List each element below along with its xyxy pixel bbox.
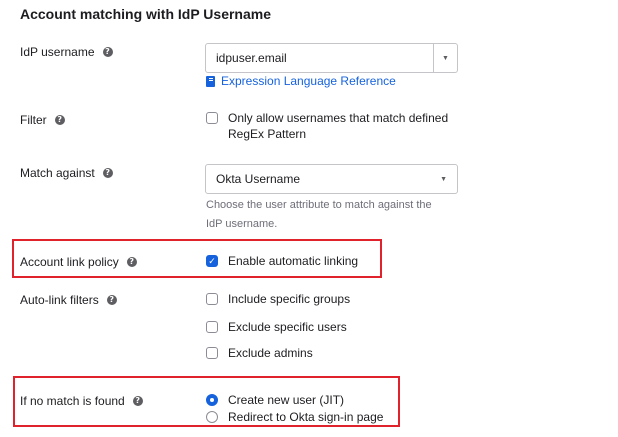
section-title: Account matching with IdP Username <box>20 6 272 22</box>
create-new-user-option[interactable]: Create new user (JIT) <box>206 392 344 408</box>
account-link-policy-label: Account link policy ? <box>20 255 137 269</box>
enable-automatic-linking-text: Enable automatic linking <box>228 254 359 268</box>
help-icon[interactable]: ? <box>126 257 137 267</box>
caret-down-icon: ▼ <box>440 175 447 183</box>
filter-label-text: Filter <box>20 113 47 127</box>
auto-link-filters-label-text: Auto-link filters <box>20 293 99 307</box>
include-specific-groups-text: Include specific groups <box>228 292 351 306</box>
expression-language-link[interactable]: Expression Language Reference <box>206 74 396 88</box>
idp-username-input[interactable]: idpuser.email <box>206 44 433 72</box>
include-specific-groups-checkbox[interactable] <box>206 293 218 305</box>
exclude-admins-text: Exclude admins <box>228 346 313 360</box>
auto-link-filters-label: Auto-link filters ? <box>20 293 117 307</box>
exclude-admins-option[interactable]: Exclude admins <box>206 345 313 361</box>
match-against-hint-line2: IdP username. <box>206 218 278 230</box>
match-against-hint-line1: Choose the user attribute to match again… <box>206 199 432 211</box>
redirect-sign-in-option[interactable]: Redirect to Okta sign-in page <box>206 409 383 425</box>
filter-regex-checkbox[interactable] <box>206 112 218 124</box>
create-new-user-radio[interactable] <box>206 394 218 406</box>
book-icon <box>206 75 215 87</box>
match-against-select[interactable]: Okta Username ▼ <box>205 164 458 194</box>
redirect-sign-in-text: Redirect to Okta sign-in page <box>228 410 384 424</box>
help-icon[interactable]: ? <box>54 115 65 125</box>
idp-username-combobox[interactable]: idpuser.email ▼ <box>205 43 458 73</box>
match-against-label: Match against ? <box>20 166 113 180</box>
exclude-specific-users-checkbox[interactable] <box>206 321 218 333</box>
filter-regex-option[interactable]: Only allow usernames that match defined … <box>206 110 448 142</box>
filter-regex-text: Only allow usernames that match defined … <box>228 110 448 142</box>
help-icon[interactable]: ? <box>132 396 143 406</box>
filter-regex-text-line2: RegEx Pattern <box>228 127 307 141</box>
create-new-user-text: Create new user (JIT) <box>228 393 345 407</box>
redirect-sign-in-radio[interactable] <box>206 411 218 423</box>
expression-language-link-text[interactable]: Expression Language Reference <box>221 74 396 88</box>
help-icon[interactable]: ? <box>102 168 113 178</box>
match-against-label-text: Match against <box>20 166 95 180</box>
help-icon[interactable]: ? <box>102 47 113 57</box>
include-specific-groups-option[interactable]: Include specific groups <box>206 291 350 307</box>
exclude-specific-users-option[interactable]: Exclude specific users <box>206 319 347 335</box>
no-match-label: If no match is found ? <box>20 394 143 408</box>
exclude-specific-users-text: Exclude specific users <box>228 320 347 334</box>
no-match-label-text: If no match is found <box>20 394 125 408</box>
account-link-policy-label-text: Account link policy <box>20 255 119 269</box>
idp-username-label-text: IdP username <box>20 45 95 59</box>
exclude-admins-checkbox[interactable] <box>206 347 218 359</box>
match-against-value: Okta Username <box>216 172 301 186</box>
enable-automatic-linking-option[interactable]: ✓ Enable automatic linking <box>206 253 358 269</box>
match-against-hint: Choose the user attribute to match again… <box>206 196 461 234</box>
caret-down-icon[interactable]: ▼ <box>433 44 457 72</box>
help-icon[interactable]: ? <box>106 295 117 305</box>
filter-label: Filter ? <box>20 113 65 127</box>
idp-username-label: IdP username ? <box>20 45 113 59</box>
filter-regex-text-line1: Only allow usernames that match defined <box>228 111 449 125</box>
checkmark-icon[interactable]: ✓ <box>206 255 218 267</box>
